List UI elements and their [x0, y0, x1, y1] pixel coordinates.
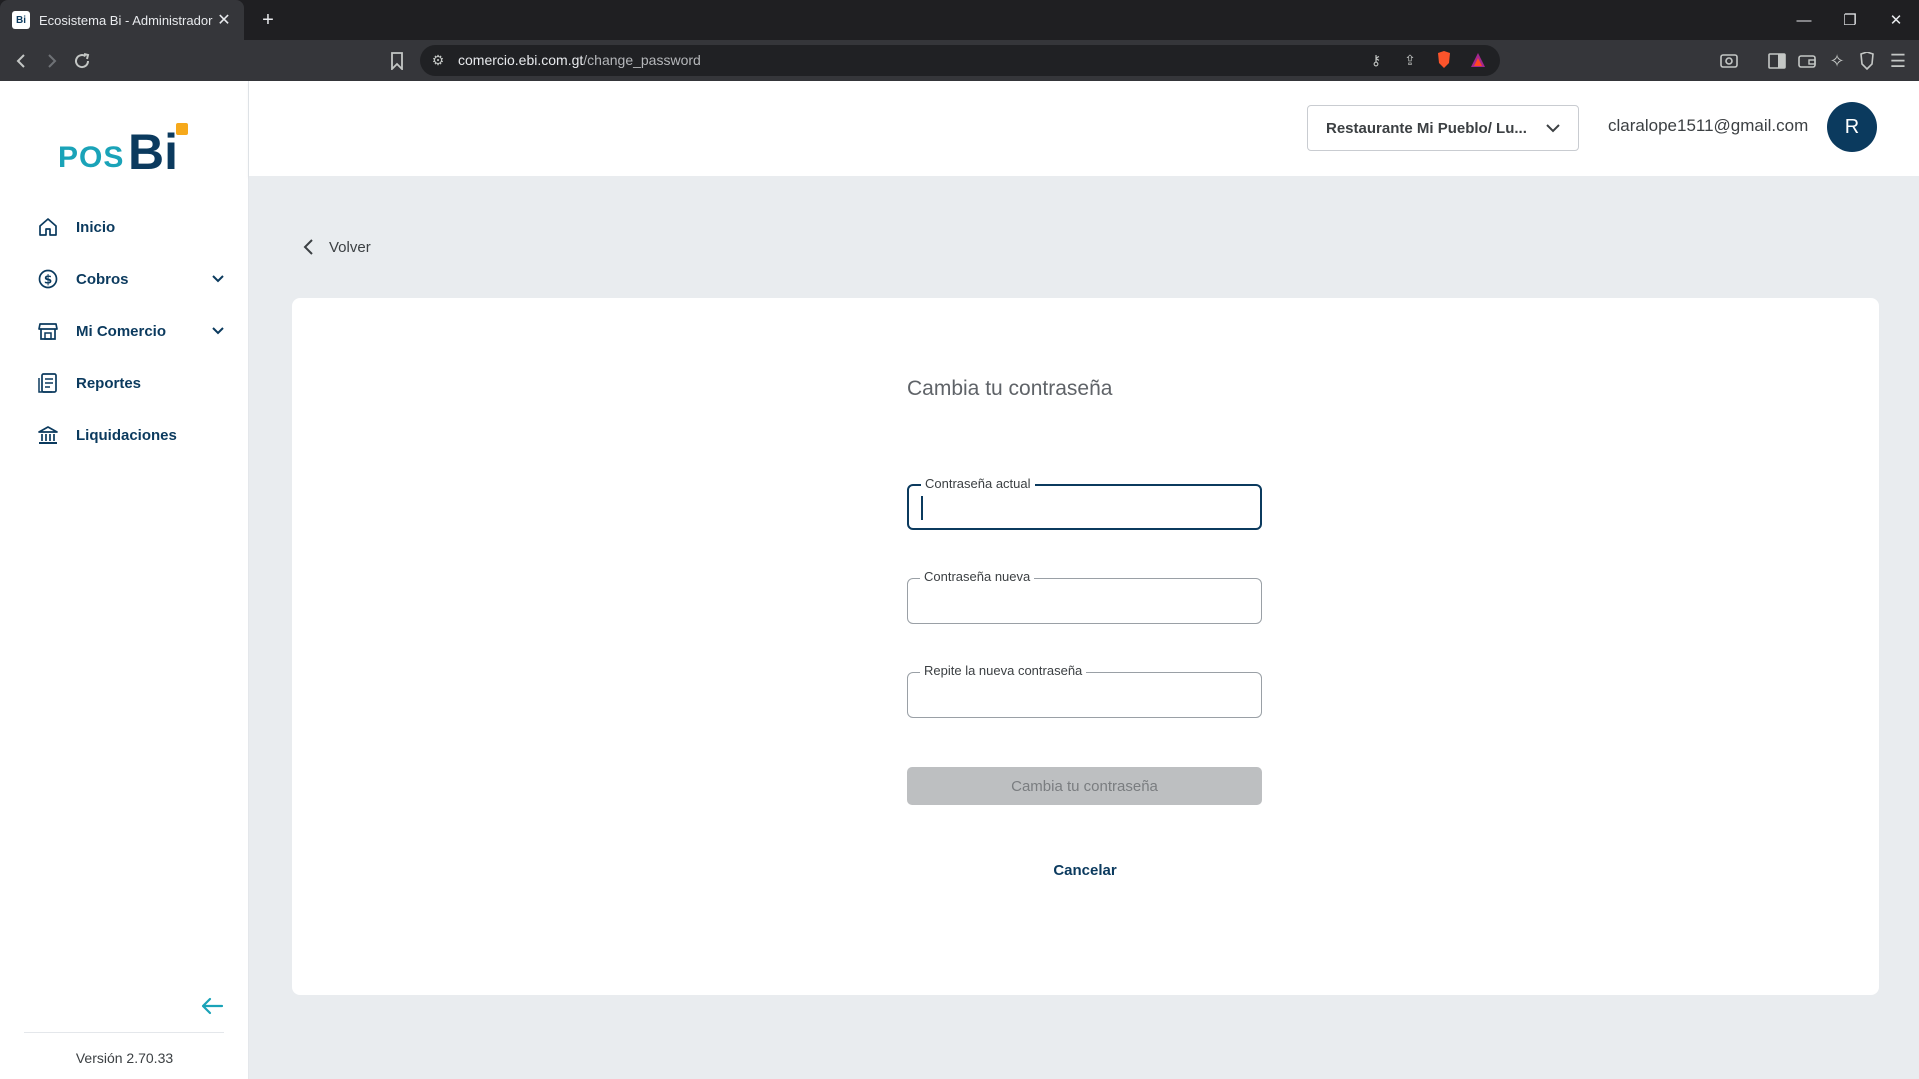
leo-ai-icon[interactable]: ✧ [1825, 49, 1849, 73]
screenshot-icon[interactable] [1717, 49, 1741, 73]
new-tab-button[interactable]: + [256, 8, 280, 32]
new-password-field[interactable]: Contraseña nueva [907, 569, 1262, 624]
cancel-button[interactable]: Cancelar [1035, 862, 1135, 879]
browser-tab[interactable]: Bi Ecosistema Bi - Administrador ✕ [0, 0, 244, 40]
reports-icon [36, 371, 60, 395]
site-info-icon[interactable]: ⚙ [428, 50, 448, 70]
chevron-left-icon [303, 239, 313, 255]
current-password-input[interactable] [919, 496, 1249, 520]
user-email: claralope1511@gmail.com [1608, 116, 1809, 135]
sidebar-toggle-icon[interactable] [1765, 49, 1789, 73]
repeat-password-field[interactable]: Repite la nueva contraseña [907, 663, 1262, 718]
home-icon [36, 215, 60, 239]
sidebar-item-reportes[interactable]: Reportes [36, 367, 226, 399]
change-password-button[interactable]: Cambia tu contraseña [907, 767, 1262, 805]
url-text: comercio.ebi.com.gt/change_password [458, 52, 701, 68]
payments-icon: $ [36, 267, 60, 291]
form-title: Cambia tu contraseña [907, 377, 1113, 400]
sidebar-divider [24, 1032, 224, 1033]
store-selector[interactable]: Restaurante Mi Pueblo/ Lu... [1307, 105, 1579, 151]
posbi-logo[interactable]: POS Bi [58, 121, 198, 181]
browser-tabbar: Bi Ecosistema Bi - Administrador ✕ + — ❐… [0, 0, 1919, 40]
sidebar-item-cobros[interactable]: $ Cobros [36, 263, 226, 295]
wallet-icon[interactable] [1795, 49, 1819, 73]
browser-toolbar: ⚙ comercio.ebi.com.gt/change_password ⚷ … [0, 40, 1919, 81]
key-icon[interactable]: ⚷ [1366, 50, 1386, 70]
brave-shield-icon[interactable] [1434, 50, 1454, 70]
sidebar-item-mi-comercio[interactable]: Mi Comercio [36, 315, 226, 347]
favicon-icon: Bi [12, 11, 30, 29]
vpn-shield-icon[interactable] [1855, 49, 1879, 73]
share-icon[interactable]: ⇪ [1400, 50, 1420, 70]
tab-close-icon[interactable]: ✕ [216, 10, 232, 30]
store-selector-label: Restaurante Mi Pueblo/ Lu... [1326, 119, 1527, 137]
tab-title: Ecosistema Bi - Administrador [39, 12, 213, 28]
sidebar-item-liquidaciones[interactable]: Liquidaciones [36, 419, 226, 451]
back-nav-icon[interactable] [10, 49, 34, 73]
bank-icon [36, 423, 60, 447]
sidebar-item-inicio[interactable]: Inicio [36, 211, 226, 243]
logo-accent-square [176, 123, 188, 135]
svg-text:$: $ [44, 273, 52, 287]
current-password-field[interactable]: Contraseña actual [907, 476, 1262, 530]
brave-rewards-icon[interactable] [1468, 50, 1488, 70]
chevron-down-icon [1546, 123, 1560, 132]
menu-icon[interactable]: ☰ [1886, 49, 1910, 73]
bookmark-icon[interactable] [385, 49, 409, 73]
minimize-button[interactable]: — [1781, 0, 1827, 40]
avatar[interactable]: R [1827, 102, 1877, 152]
chevron-down-icon[interactable] [210, 271, 226, 287]
app-version: Versión 2.70.33 [75, 1050, 174, 1066]
restore-button[interactable]: ❐ [1827, 0, 1873, 40]
collapse-sidebar-button[interactable] [199, 994, 225, 1018]
back-link[interactable]: Volver [303, 234, 371, 260]
close-window-button[interactable]: ✕ [1873, 0, 1919, 40]
reload-icon[interactable] [70, 49, 94, 73]
forward-nav-icon[interactable] [39, 49, 63, 73]
address-bar[interactable]: ⚙ comercio.ebi.com.gt/change_password ⚷ … [420, 45, 1500, 76]
new-password-input[interactable] [918, 589, 1248, 613]
sidebar: POS Bi Inicio $ Cobros Mi Comercio Repor… [0, 81, 249, 1079]
change-password-card [292, 298, 1879, 995]
chevron-down-icon[interactable] [210, 323, 226, 339]
repeat-password-input[interactable] [918, 683, 1248, 707]
store-icon [36, 319, 60, 343]
arrow-left-icon [201, 997, 224, 1015]
